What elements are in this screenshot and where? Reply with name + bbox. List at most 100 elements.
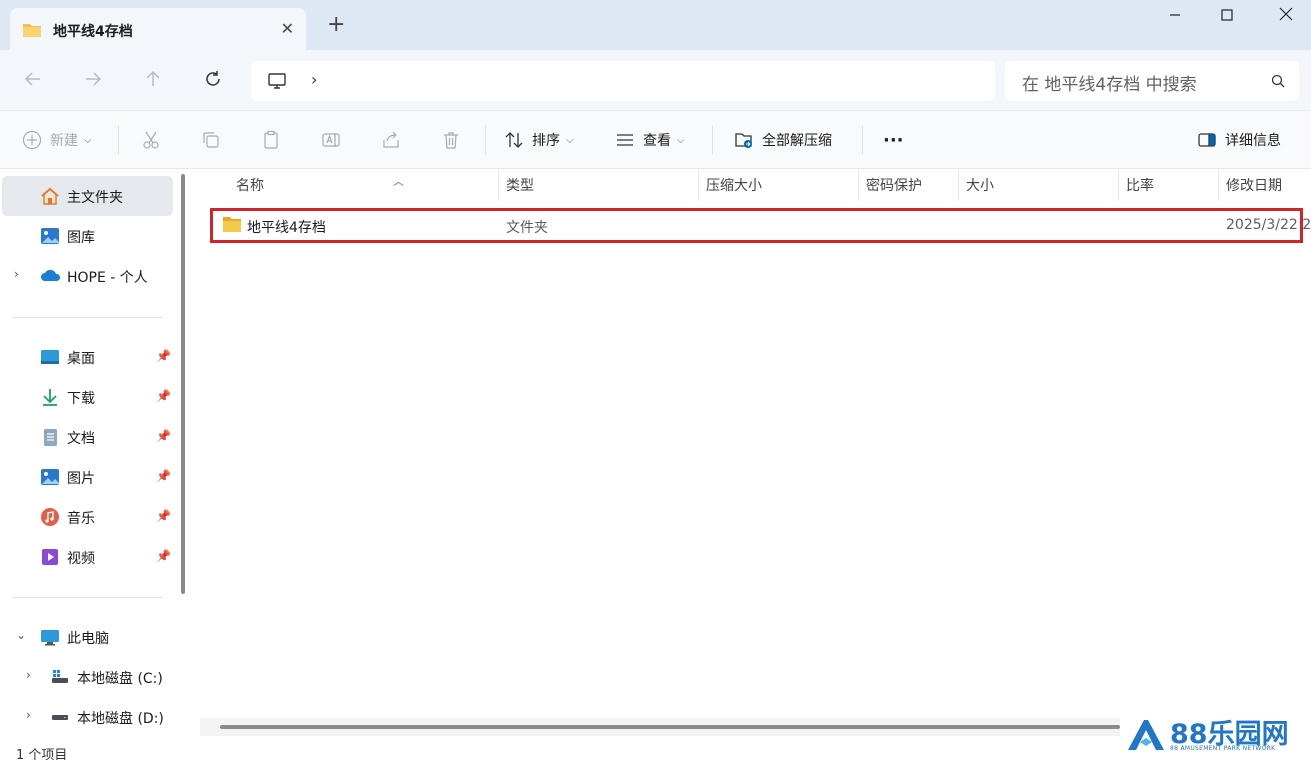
back-button[interactable] (18, 66, 48, 96)
share-button[interactable] (381, 128, 401, 152)
cut-icon (143, 131, 159, 149)
cut-button[interactable] (141, 128, 161, 152)
paste-button[interactable] (261, 128, 281, 152)
column-label: 大小 (966, 178, 994, 194)
extract-all-button[interactable]: 全部解压缩 (734, 128, 832, 152)
maximize-icon (1221, 9, 1233, 21)
documents-icon (40, 427, 60, 447)
sidebar-item-label: 桌面 (67, 351, 95, 367)
sidebar-item-label: 图片 (67, 471, 95, 487)
forward-button[interactable] (78, 66, 108, 96)
up-button[interactable] (138, 66, 168, 96)
sidebar-item-documents[interactable]: 文档 📌 (2, 417, 173, 457)
sidebar-item-gallery[interactable]: 图库 (2, 216, 173, 256)
rename-button[interactable] (321, 128, 341, 152)
sidebar-item-videos[interactable]: 视频 📌 (2, 537, 173, 577)
pin-icon[interactable]: 📌 (156, 349, 171, 363)
view-button[interactable]: 查看 ⌵ (615, 128, 685, 152)
sort-ascending-icon: ︿ (393, 175, 404, 188)
sidebar-item-downloads[interactable]: 下载 📌 (2, 377, 173, 417)
sort-button[interactable]: 排序 ⌵ (504, 128, 574, 152)
status-item-count: 1 个项目 (16, 748, 68, 763)
horizontal-scrollbar[interactable] (220, 725, 1120, 729)
minimize-button[interactable] (1152, 6, 1198, 30)
close-window-button[interactable] (1263, 6, 1309, 30)
sidebar-item-pictures[interactable]: 图片 📌 (2, 457, 173, 497)
new-button[interactable]: 新建 ⌵ (22, 128, 92, 152)
drive-c-icon (50, 667, 70, 687)
sidebar-scrollbar[interactable] (181, 174, 185, 594)
watermark-subtitle: 88 AMUSEMENT PARK NETWORK (1170, 745, 1276, 752)
divider (118, 125, 119, 155)
chevron-down-icon[interactable]: ⌄ (16, 628, 26, 642)
new-label: 新建 (50, 133, 78, 149)
computer-icon (267, 71, 287, 95)
search-box[interactable]: 在 地平线4存档 中搜索 (1005, 61, 1299, 101)
column-label: 密码保护 (866, 178, 922, 194)
divider (12, 317, 163, 318)
details-button[interactable]: 详细信息 (1197, 128, 1281, 152)
more-options-button[interactable]: ··· (883, 128, 904, 152)
search-icon (1271, 73, 1285, 92)
file-list: 名称 ︿ 类型 压缩大小 密码保护 大小 比率 修改日期 地平线4存档 文件夹 … (192, 169, 1311, 741)
extract-icon (735, 133, 752, 148)
sidebar-item-drive-c[interactable]: › 本地磁盘 (C:) (12, 657, 183, 697)
tab-active[interactable]: 地平线4存档 ✕ (10, 8, 306, 50)
extract-label: 全部解压缩 (762, 133, 832, 149)
gallery-icon (40, 226, 60, 246)
search-input[interactable]: 在 地平线4存档 中搜索 (1022, 70, 1197, 95)
column-header-ratio[interactable]: 比率 (1118, 169, 1218, 203)
refresh-icon (206, 71, 220, 86)
sidebar-item-label: 本地磁盘 (D:) (77, 711, 164, 727)
chevron-right-icon[interactable]: › (311, 70, 317, 89)
chevron-right-icon[interactable]: › (26, 708, 31, 722)
title-bar: 地平线4存档 ✕ + (0, 0, 1311, 50)
divider (862, 125, 863, 155)
sidebar-item-label: 下载 (67, 391, 95, 407)
pin-icon[interactable]: 📌 (156, 509, 171, 523)
arrow-left-icon (24, 72, 40, 86)
pin-icon[interactable]: 📌 (156, 469, 171, 483)
share-icon (383, 131, 399, 148)
sidebar-item-desktop[interactable]: 桌面 📌 (2, 337, 173, 377)
maximize-button[interactable] (1204, 6, 1250, 30)
divider (12, 597, 163, 598)
column-header-compressed-size[interactable]: 压缩大小 (698, 169, 858, 203)
sidebar-item-home[interactable]: 主文件夹 (2, 176, 173, 216)
sidebar-item-this-pc[interactable]: ⌄ 此电脑 (2, 617, 173, 657)
sort-icon (505, 132, 523, 148)
onedrive-icon (40, 266, 61, 286)
column-header-password[interactable]: 密码保护 (858, 169, 958, 203)
sidebar-item-music[interactable]: 音乐 📌 (2, 497, 173, 537)
desktop-icon (40, 347, 60, 367)
chevron-right-icon[interactable]: › (14, 267, 19, 281)
pin-icon[interactable]: 📌 (156, 389, 171, 403)
sidebar-item-label: 视频 (67, 551, 95, 567)
sidebar-item-drive-d[interactable]: › 本地磁盘 (D:) (12, 697, 183, 737)
folder-icon (22, 22, 42, 42)
pictures-icon (40, 467, 60, 487)
sidebar-item-label: 音乐 (67, 511, 95, 527)
close-icon (1279, 7, 1293, 21)
close-tab-icon[interactable]: ✕ (281, 19, 294, 38)
address-bar[interactable]: › (251, 61, 995, 101)
sidebar-item-label: 主文件夹 (67, 190, 123, 206)
refresh-button[interactable] (198, 66, 228, 96)
view-label: 查看 (643, 133, 671, 149)
column-header-type[interactable]: 类型 (498, 169, 698, 203)
delete-button[interactable] (441, 128, 461, 152)
sidebar-item-onedrive[interactable]: › HOPE - 个人 (2, 256, 173, 296)
column-header-name[interactable]: 名称 ︿ (228, 169, 498, 203)
plus-circle-icon (22, 130, 42, 150)
column-header-size[interactable]: 大小 (958, 169, 1118, 203)
new-tab-button[interactable]: + (327, 14, 345, 36)
pin-icon[interactable]: 📌 (156, 429, 171, 443)
more-icon: ··· (883, 129, 904, 151)
copy-icon (203, 132, 219, 148)
pin-icon[interactable]: 📌 (156, 549, 171, 563)
trash-icon (444, 132, 458, 149)
chevron-right-icon[interactable]: › (26, 668, 31, 682)
sidebar-item-label: 此电脑 (67, 631, 109, 647)
column-header-date-modified[interactable]: 修改日期 (1218, 169, 1311, 203)
copy-button[interactable] (201, 128, 221, 152)
